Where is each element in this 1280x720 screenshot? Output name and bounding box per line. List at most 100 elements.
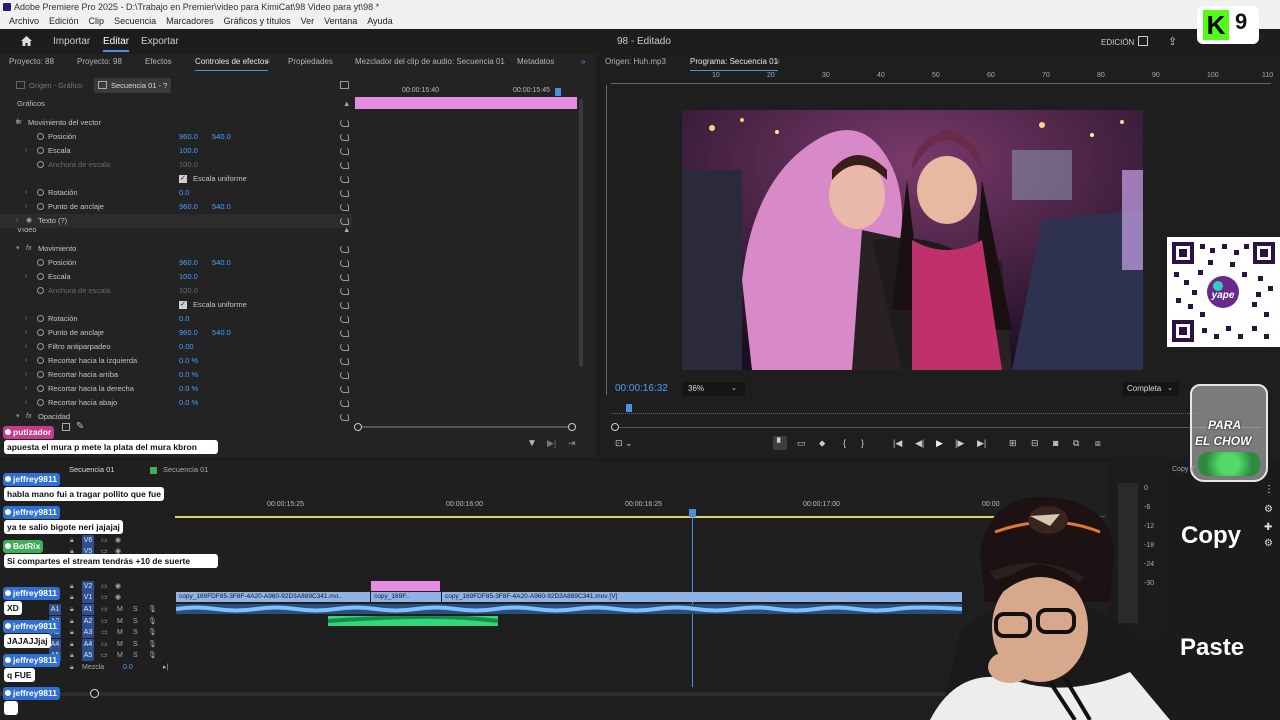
- checkbox-checked[interactable]: ✓: [179, 175, 187, 183]
- more-vertical-icon[interactable]: ⋮: [1264, 484, 1274, 495]
- vr-icon[interactable]: ⧈: [1095, 438, 1101, 449]
- step-back-icon[interactable]: ◀|: [915, 438, 924, 449]
- work-area-bar[interactable]: [175, 516, 995, 518]
- tab-programa[interactable]: Programa: Secuencia 01: [690, 54, 779, 71]
- track-label[interactable]: A5: [82, 650, 94, 661]
- mute-button[interactable]: M: [117, 616, 123, 627]
- mute-button[interactable]: M: [117, 604, 123, 615]
- stopwatch-icon[interactable]: [37, 287, 44, 294]
- menu-clip[interactable]: Clip: [84, 14, 110, 29]
- step-forward-icon[interactable]: |▶: [955, 438, 964, 449]
- solo-button[interactable]: S: [133, 627, 138, 638]
- mute-button[interactable]: M: [117, 627, 123, 638]
- tab-proyecto-98[interactable]: Proyecto: 98: [77, 54, 122, 70]
- copy-label[interactable]: Copy: [1181, 522, 1241, 550]
- reset-icon[interactable]: [340, 343, 349, 351]
- expand-icon[interactable]: ▾: [16, 242, 20, 256]
- solo-button[interactable]: S: [133, 604, 138, 615]
- reset-icon[interactable]: [340, 315, 349, 323]
- effect-value-1[interactable]: 0.0 %: [179, 382, 198, 396]
- paste-label[interactable]: Paste: [1180, 634, 1244, 662]
- lock-icon[interactable]: 🔒︎: [70, 639, 74, 650]
- sync-icon[interactable]: ▭: [101, 650, 108, 661]
- sync-icon[interactable]: ▭: [101, 627, 108, 638]
- audio-clip-a2[interactable]: [327, 614, 499, 626]
- stopwatch-icon[interactable]: [37, 343, 44, 350]
- tab-controles-efectos[interactable]: Controles de efectos: [195, 54, 269, 71]
- microphone-icon[interactable]: 🎙︎: [148, 604, 157, 615]
- expand-icon[interactable]: ›: [25, 354, 27, 368]
- menu-graficos[interactable]: Gráficos y títulos: [219, 14, 296, 29]
- tab-menu-icon[interactable]: ≡: [265, 54, 270, 70]
- ec-graphic-clip-bar[interactable]: [355, 97, 577, 109]
- eye-icon[interactable]: ◉: [115, 535, 121, 546]
- expand-icon[interactable]: ›: [25, 186, 27, 200]
- effect-value-1[interactable]: 960.0: [179, 130, 198, 144]
- stopwatch-icon[interactable]: [37, 203, 44, 210]
- eye-icon[interactable]: ◉: [115, 592, 121, 603]
- effect-row[interactable]: ▾ fx Opacidad: [0, 410, 352, 424]
- program-scroll-handle[interactable]: [611, 423, 619, 431]
- effect-row[interactable]: › Recortar hacia abajo 0.0 %: [0, 396, 352, 410]
- sync-icon[interactable]: ▭: [101, 604, 108, 615]
- multicam-icon[interactable]: ⧉: [1073, 438, 1079, 449]
- fx-icon[interactable]: fx: [26, 242, 31, 256]
- effect-row[interactable]: Posición 960.0 540.0: [0, 256, 352, 270]
- sync-icon[interactable]: ▭: [101, 535, 108, 546]
- source-graphic-tab[interactable]: Origen - Gráfico: [16, 79, 82, 93]
- go-to-out-icon[interactable]: ▶|: [977, 438, 986, 449]
- lock-icon[interactable]: 🔒︎: [70, 627, 74, 638]
- mix-value[interactable]: 0.0: [123, 662, 133, 673]
- program-time-ruler[interactable]: [611, 408, 1196, 414]
- expand-icon[interactable]: ›: [25, 200, 27, 214]
- effect-row[interactable]: › Rotación 0.0: [0, 186, 352, 200]
- track-label[interactable]: A4: [82, 638, 94, 650]
- reset-icon[interactable]: [340, 203, 349, 211]
- expand-icon[interactable]: ›: [16, 214, 18, 228]
- tab-metadatos[interactable]: Metadatos: [517, 54, 554, 70]
- effect-value-1[interactable]: 100.0: [179, 158, 198, 172]
- microphone-icon[interactable]: 🎙︎: [148, 650, 157, 661]
- gear-icon[interactable]: ⚙: [1264, 504, 1273, 515]
- video-frame[interactable]: [682, 110, 1143, 370]
- ec-scrollbar[interactable]: [579, 99, 583, 367]
- source-patch[interactable]: A1: [49, 604, 61, 615]
- reset-icon[interactable]: [340, 399, 349, 407]
- timeline-scroll-handle[interactable]: [90, 689, 99, 698]
- effect-row[interactable]: › Recortar hacia la izquierda 0.0 %: [0, 354, 352, 368]
- mute-button[interactable]: M: [117, 639, 123, 650]
- effect-value-1[interactable]: 960.0: [179, 326, 198, 340]
- stopwatch-icon[interactable]: [37, 161, 44, 168]
- go-to-end-icon[interactable]: ▸|: [163, 662, 168, 673]
- program-playhead[interactable]: [626, 404, 632, 412]
- lock-icon[interactable]: 🔒︎: [70, 535, 74, 546]
- track-label[interactable]: A3: [82, 627, 94, 638]
- reset-icon[interactable]: [340, 413, 349, 421]
- reset-icon[interactable]: [340, 161, 349, 169]
- nav-editar[interactable]: Editar: [103, 36, 130, 52]
- reset-icon[interactable]: [340, 245, 349, 253]
- effect-row[interactable]: Posición 960.0 540.0: [0, 130, 352, 144]
- reset-icon[interactable]: [340, 175, 349, 183]
- microphone-icon[interactable]: 🎙︎: [148, 627, 157, 638]
- reset-icon[interactable]: [340, 357, 349, 365]
- effect-value-1[interactable]: 100.0: [179, 144, 198, 158]
- reset-icon[interactable]: [340, 329, 349, 337]
- mute-button[interactable]: M: [117, 650, 123, 661]
- tab-efectos[interactable]: Efectos: [145, 54, 172, 70]
- expand-icon[interactable]: ›: [25, 326, 27, 340]
- insert-icon[interactable]: ⊞: [1009, 438, 1017, 449]
- expand-icon[interactable]: ›: [25, 144, 27, 158]
- track-label[interactable]: V6: [82, 535, 94, 546]
- effect-row[interactable]: ▾ fx Movimiento del vector: [0, 116, 352, 130]
- effect-row[interactable]: › Filtro antiparpadeo 0.00: [0, 340, 352, 354]
- effect-value-2[interactable]: 540.0: [212, 256, 231, 270]
- effect-value-1[interactable]: 960.0: [179, 256, 198, 270]
- solo-button[interactable]: S: [133, 616, 138, 627]
- track-label[interactable]: A1: [82, 604, 94, 615]
- more-tabs-icon[interactable]: »: [581, 54, 585, 70]
- stopwatch-icon[interactable]: [37, 259, 44, 266]
- lock-icon[interactable]: 🔒︎: [70, 604, 74, 615]
- stopwatch-icon[interactable]: [37, 329, 44, 336]
- stopwatch-icon[interactable]: [37, 371, 44, 378]
